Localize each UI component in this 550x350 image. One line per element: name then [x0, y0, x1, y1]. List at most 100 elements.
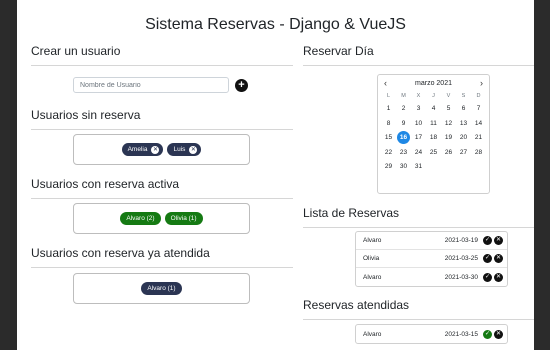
- reservation-name: Alvaro: [363, 237, 382, 244]
- close-circle-icon[interactable]: ✕: [494, 236, 503, 245]
- check-circle-icon[interactable]: ✓: [483, 254, 492, 263]
- calendar-day[interactable]: 15: [381, 131, 396, 146]
- calendar-day[interactable]: 12: [441, 117, 456, 132]
- calendar-day-number: 17: [414, 134, 423, 141]
- weekday-label: S: [461, 93, 466, 99]
- calendar-day[interactable]: 9: [396, 117, 411, 132]
- weekday-label: M: [401, 93, 406, 99]
- calendar-day-number: 31: [414, 163, 423, 170]
- crear-usuario-heading: Crear un usuario: [31, 44, 121, 58]
- calendar-day[interactable]: 14: [471, 117, 486, 132]
- attended-user-chip[interactable]: Alvaro (1): [141, 282, 182, 295]
- calendar-day[interactable]: 8: [381, 117, 396, 132]
- calendar-day-number: 27: [459, 148, 468, 156]
- calendar-day[interactable]: 29: [381, 160, 396, 175]
- calendar-empty-cell: [456, 160, 471, 175]
- calendar-grid: L M X J V S D 1 2 3 4 5 6 7 8 9 10 11 12 13 14 15 16 17 18 19 20 21…: [378, 91, 489, 175]
- calendar-day-number: 8: [386, 119, 391, 127]
- calendar-day[interactable]: 6: [456, 102, 471, 117]
- close-circle-icon[interactable]: ✕: [494, 272, 503, 282]
- check-circle-icon[interactable]: ✓: [483, 272, 492, 282]
- calendar-empty-cell: [471, 160, 486, 175]
- calendar-day-number: 25: [429, 148, 438, 156]
- usuarios-sin-reserva-section: Usuarios sin reserva Amelia ✕ Luis ✕: [31, 108, 293, 165]
- calendar-day-number: 10: [414, 119, 423, 127]
- calendar-day[interactable]: 2: [396, 102, 411, 117]
- active-user-chip[interactable]: Olivia (1): [164, 212, 203, 225]
- reservation-name: Alvaro: [363, 330, 382, 338]
- calendar-day[interactable]: 13: [456, 117, 471, 132]
- check-circle-icon[interactable]: ✓: [483, 329, 492, 339]
- calendar-day[interactable]: 4: [426, 102, 441, 117]
- weekday-label: V: [446, 93, 451, 99]
- close-icon[interactable]: ✕: [151, 145, 160, 154]
- reservar-dia-section: Reservar Día ‹ marzo 2021 › LMXJVSD12345…: [303, 44, 534, 194]
- calendar-day-number: 23: [399, 148, 408, 156]
- calendar-day[interactable]: 21: [471, 131, 486, 146]
- usuarios-sin-reserva-box: Amelia ✕ Luis ✕: [73, 134, 250, 165]
- chevron-left-icon[interactable]: ‹: [384, 78, 387, 88]
- divider: [31, 65, 293, 66]
- lista-reservas-heading: Lista de Reservas: [303, 206, 400, 220]
- calendar-day-number: 26: [444, 148, 453, 156]
- calendar-day-number: 3: [416, 105, 421, 112]
- chevron-right-icon[interactable]: ›: [480, 78, 483, 88]
- check-circle-icon[interactable]: ✓: [483, 236, 492, 245]
- usuarios-reserva-atendida-box: Alvaro (1): [73, 273, 250, 304]
- reservation-row: Olivia 2021-03-25 ✓ ✕: [356, 250, 507, 268]
- plus-circle-icon[interactable]: +: [235, 78, 248, 92]
- weekday-label: J: [432, 93, 435, 99]
- calendar-day-number: 22: [384, 148, 393, 156]
- calendar-empty-cell: [426, 160, 441, 175]
- calendar-day-number: 6: [461, 105, 466, 112]
- reservation-name: Alvaro: [363, 273, 382, 281]
- calendar-day-number: 9: [401, 119, 406, 127]
- usuarios-sin-reserva-heading: Usuarios sin reserva: [31, 108, 141, 122]
- calendar-header: ‹ marzo 2021 ›: [378, 75, 489, 91]
- reservas-atendidas-heading: Reservas atendidas: [303, 298, 410, 312]
- calendar-day-number: 28: [474, 148, 483, 156]
- calendar-day[interactable]: 17: [411, 131, 426, 146]
- calendar-day[interactable]: 23: [396, 146, 411, 161]
- calendar-month: marzo 2021: [415, 79, 452, 87]
- weekday-label: L: [386, 93, 391, 99]
- calendar-day[interactable]: 30: [396, 160, 411, 175]
- calendar-day[interactable]: 22: [381, 146, 396, 161]
- calendar-day-number: 29: [384, 163, 393, 170]
- username-input[interactable]: [73, 77, 229, 93]
- active-user-chip[interactable]: Alvaro (2): [120, 212, 161, 225]
- calendar-day[interactable]: 20: [456, 131, 471, 146]
- calendar-day-number: 19: [444, 134, 453, 141]
- calendar-day[interactable]: 10: [411, 117, 426, 132]
- weekday-label: X: [416, 93, 421, 99]
- close-circle-icon[interactable]: ✕: [494, 329, 503, 339]
- calendar-day[interactable]: 28: [471, 146, 486, 161]
- calendar-day[interactable]: 26: [441, 146, 456, 161]
- calendar-day[interactable]: 3: [411, 102, 426, 117]
- create-user-row: +: [73, 77, 248, 93]
- calendar-day-number: 21: [474, 134, 483, 141]
- calendar-day[interactable]: 25: [426, 146, 441, 161]
- calendar-day[interactable]: 24: [411, 146, 426, 161]
- close-icon[interactable]: ✕: [189, 145, 198, 154]
- close-circle-icon[interactable]: ✕: [494, 254, 503, 263]
- reservation-date: 2021-03-25: [444, 255, 478, 262]
- calendar-day[interactable]: 1: [381, 102, 396, 117]
- calendar-day-number: 16: [397, 131, 410, 144]
- weekday-label: D: [476, 93, 481, 99]
- user-chip: Luis ✕: [167, 143, 202, 156]
- page-title: Sistema Reservas - Django & VueJS: [145, 16, 406, 33]
- calendar-day[interactable]: 7: [471, 102, 486, 117]
- calendar-day[interactable]: 11: [426, 117, 441, 132]
- reservation-date: 2021-03-30: [444, 273, 478, 281]
- calendar-day[interactable]: 18: [426, 131, 441, 146]
- attended-reservation-row: Alvaro 2021-03-15 ✓ ✕: [356, 325, 507, 343]
- calendar-day[interactable]: 27: [456, 146, 471, 161]
- calendar-day[interactable]: 16: [396, 131, 411, 146]
- user-chip: Amelia ✕: [121, 143, 164, 156]
- calendar-day-number: 5: [446, 105, 451, 112]
- calendar-day[interactable]: 5: [441, 102, 456, 117]
- calendar-day-number: 12: [444, 119, 453, 127]
- calendar-day[interactable]: 31: [411, 160, 426, 175]
- calendar-day[interactable]: 19: [441, 131, 456, 146]
